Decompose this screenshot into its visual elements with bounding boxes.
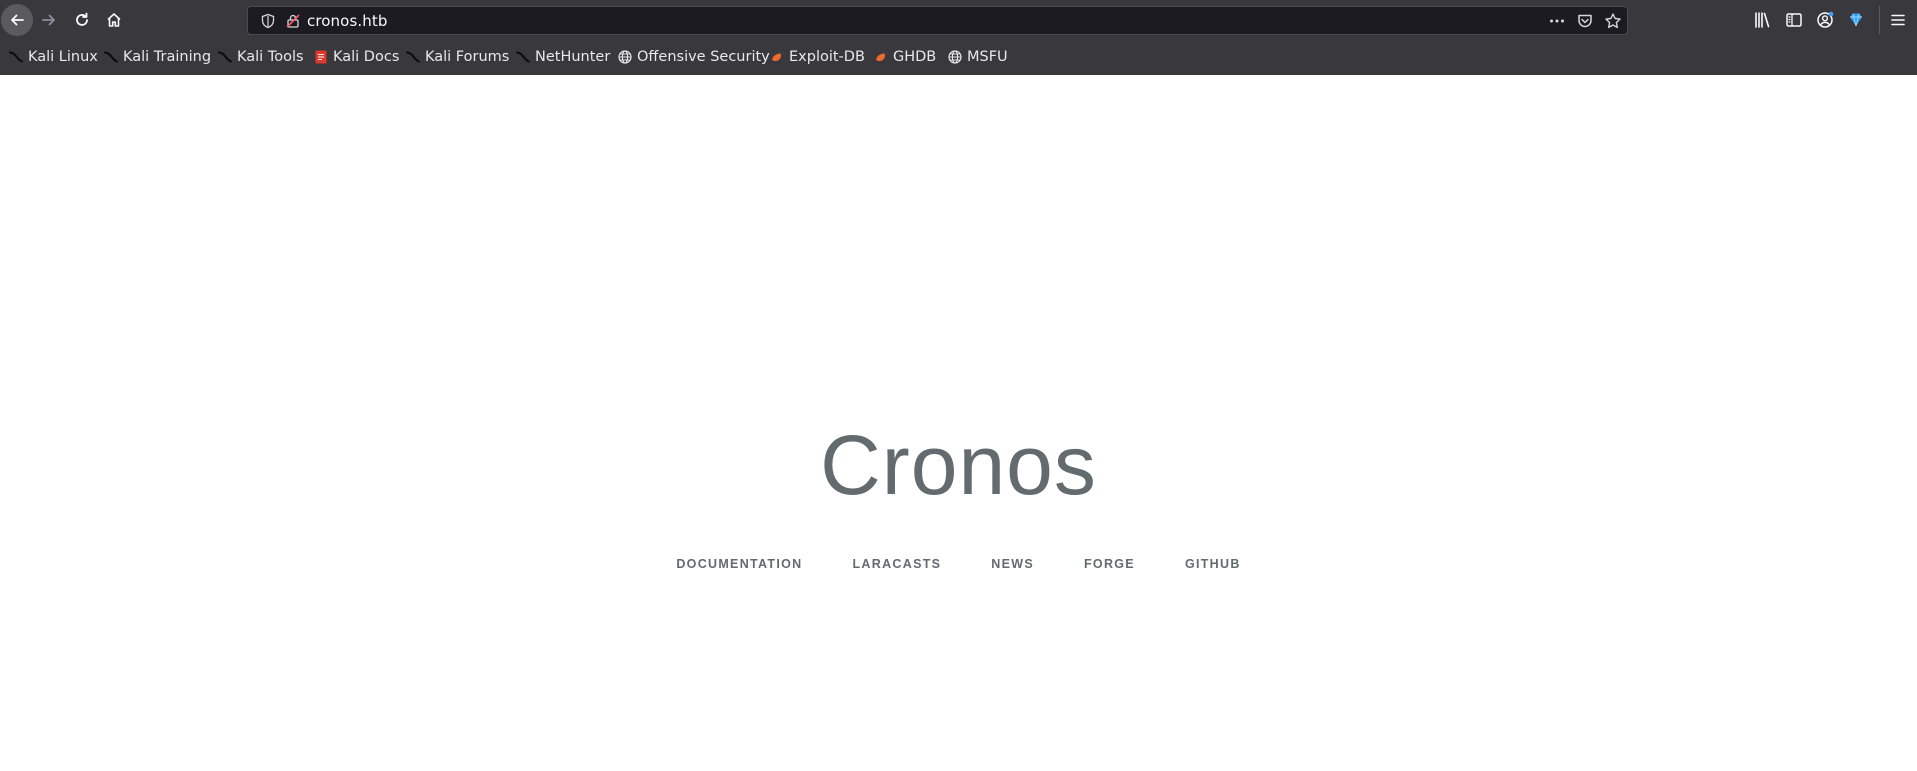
home-icon	[107, 13, 121, 27]
home-button[interactable]	[98, 4, 130, 36]
link-github[interactable]: GitHub	[1160, 557, 1266, 571]
forward-button[interactable]	[33, 4, 65, 36]
bookmark-kali-training[interactable]: Kali Training	[104, 44, 211, 70]
kali-docs-icon	[315, 50, 327, 64]
bookmark-label: NetHunter	[535, 49, 611, 65]
bookmark-label: Exploit-DB	[789, 49, 865, 65]
sidebar-icon[interactable]	[1784, 10, 1804, 30]
bookmark-kali-docs[interactable]: Kali Docs	[314, 44, 399, 70]
tracking-shield-icon[interactable]	[260, 13, 276, 29]
bookmark-kali-tools[interactable]: Kali Tools	[218, 44, 304, 70]
pocket-icon[interactable]	[1576, 12, 1594, 30]
account-icon[interactable]	[1815, 10, 1835, 30]
kali-dragon-icon	[516, 51, 530, 63]
bookmark-offensive-security[interactable]: Offensive Security	[618, 44, 770, 70]
bookmark-nethunter[interactable]: NetHunter	[516, 44, 610, 70]
url-text[interactable]: cronos.htb	[307, 12, 387, 30]
bookmark-label: Kali Linux	[28, 49, 98, 65]
extension-gem-icon[interactable]	[1846, 10, 1866, 30]
url-bar[interactable]: cronos.htb	[247, 6, 1628, 35]
kali-dragon-icon	[218, 51, 232, 63]
browser-toolbar: cronos.htb	[0, 0, 1917, 40]
arrow-right-icon	[42, 14, 55, 26]
bookmark-msfu[interactable]: MSFU	[948, 44, 1008, 70]
arrow-left-icon	[11, 14, 24, 26]
bookmark-label: Kali Forums	[425, 49, 510, 65]
bookmark-kali-linux[interactable]: Kali Linux	[9, 44, 98, 70]
reload-icon	[76, 12, 88, 26]
library-icon[interactable]	[1752, 10, 1772, 30]
bookmark-label: Kali Tools	[237, 49, 304, 65]
kali-dragon-icon	[9, 51, 23, 63]
web-page: Cronos Documentation Laracasts News Forge Gi…	[0, 75, 1917, 771]
link-forge[interactable]: Forge	[1059, 557, 1160, 571]
bookmark-label: Kali Docs	[333, 49, 400, 65]
hamburger-menu-icon[interactable]	[1888, 10, 1908, 30]
exploit-db-icon	[876, 53, 885, 62]
page-title: Cronos	[820, 418, 1097, 512]
link-news[interactable]: News	[966, 557, 1059, 571]
insecure-lock-icon[interactable]	[285, 13, 301, 29]
bookmark-label: MSFU	[967, 49, 1008, 65]
back-button[interactable]	[1, 4, 33, 36]
link-documentation[interactable]: Documentation	[651, 557, 827, 571]
bookmark-ghdb[interactable]: GHDB	[874, 44, 936, 70]
reload-button[interactable]	[66, 4, 98, 36]
bookmark-kali-forums[interactable]: Kali Forums	[406, 44, 509, 70]
kali-dragon-icon	[104, 51, 118, 63]
nav-links: Documentation Laracasts News Forge GitHub	[0, 557, 1917, 571]
bookmark-label: Offensive Security	[637, 49, 770, 65]
bookmark-label: Kali Training	[123, 49, 212, 65]
bookmark-star-icon[interactable]	[1604, 12, 1622, 30]
globe-icon	[618, 50, 632, 64]
bookmarks-toolbar: Kali Linux Kali Training Kali Tools Kali…	[0, 44, 1917, 70]
exploit-db-icon	[772, 53, 781, 62]
more-actions-icon[interactable]	[1548, 12, 1566, 30]
globe-icon	[948, 50, 962, 64]
link-laracasts[interactable]: Laracasts	[828, 557, 967, 571]
kali-dragon-icon	[406, 51, 420, 63]
bookmark-label: GHDB	[893, 49, 937, 65]
browser-chrome: cronos.htb Kali Linux Kali Training Kali…	[0, 0, 1917, 75]
bookmark-exploit-db[interactable]: Exploit-DB	[770, 44, 865, 70]
toolbar-separator	[1879, 6, 1880, 34]
